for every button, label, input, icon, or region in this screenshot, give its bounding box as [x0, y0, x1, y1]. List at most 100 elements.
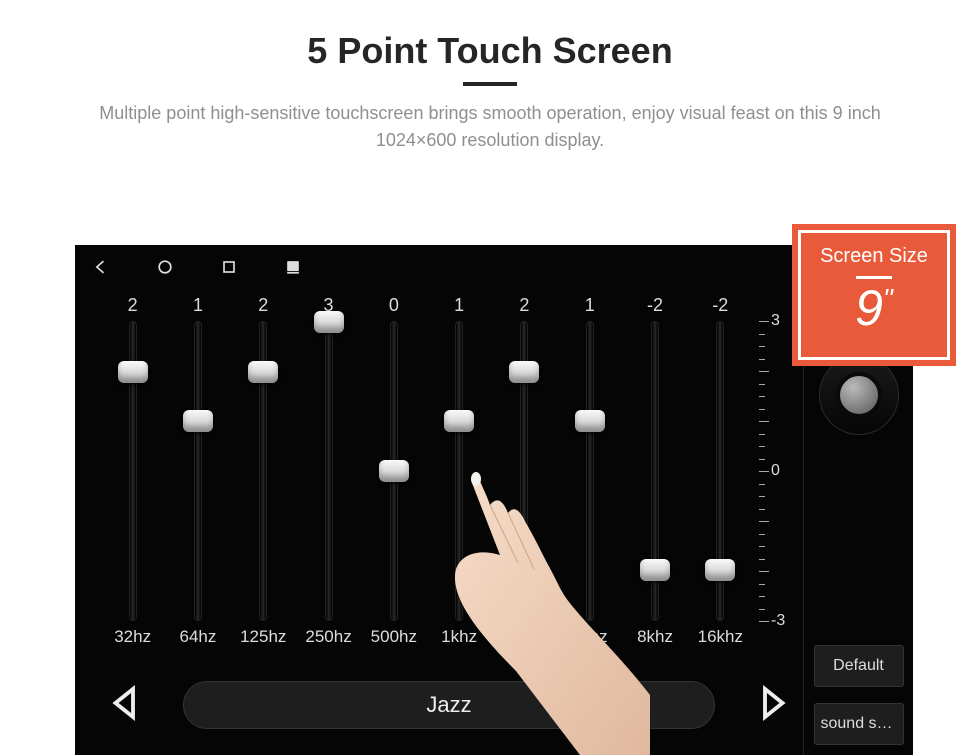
screen-size-badge: Screen Size 9": [798, 230, 950, 360]
eq-slider[interactable]: [492, 321, 557, 621]
scale-tick: [759, 371, 769, 372]
eq-slider[interactable]: [100, 321, 165, 621]
eq-freq-label: 16khz: [698, 627, 743, 655]
scale-tick: [759, 434, 765, 435]
eq-slider[interactable]: [688, 321, 753, 621]
eq-value-label: 0: [389, 295, 399, 321]
scale-tick: [759, 509, 765, 510]
scale-tick: [759, 409, 765, 410]
eq-slider[interactable]: [231, 321, 296, 621]
eq-freq-label: 250hz: [305, 627, 351, 655]
scale-tick: [759, 496, 765, 497]
eq-freq-label: 32hz: [114, 627, 151, 655]
eq-freq-label: 64hz: [180, 627, 217, 655]
slider-thumb[interactable]: [379, 460, 409, 482]
device-screen: 232hz164hz2125hz3250hz0500hz11khz22khz14…: [75, 245, 913, 755]
preset-bar: Jazz: [105, 671, 793, 739]
equalizer-panel: 232hz164hz2125hz3250hz0500hz11khz22khz14…: [100, 295, 793, 655]
eq-band-250hz: 3250hz: [296, 295, 361, 655]
scale-tick-label: -3: [771, 612, 785, 630]
eq-band-16khz: -2 16khz: [688, 295, 753, 655]
back-icon[interactable]: [89, 255, 113, 279]
scale-tick: [759, 596, 765, 597]
badge-label: Screen Size: [801, 233, 947, 268]
slider-thumb[interactable]: [248, 361, 278, 383]
slider-thumb[interactable]: [314, 311, 344, 333]
eq-value-label: 1: [193, 295, 203, 321]
page-title: 5 Point Touch Screen: [0, 30, 980, 72]
scale-tick: [759, 484, 765, 485]
slider-thumb[interactable]: [183, 410, 213, 432]
balance-dial[interactable]: [819, 355, 899, 435]
badge-underline: [856, 276, 892, 279]
eq-band-32hz: 2 32hz: [100, 295, 165, 655]
scale-tick-label: 0: [771, 462, 780, 480]
scale-tick: [759, 521, 769, 522]
scale-tick: [759, 571, 769, 572]
eq-freq-label: 500hz: [371, 627, 417, 655]
eq-scale: 30-3: [759, 321, 793, 621]
default-button[interactable]: Default: [814, 645, 904, 687]
scale-tick: [759, 346, 765, 347]
eq-value-label: -2: [647, 295, 663, 321]
scale-tick-label: 3: [771, 312, 780, 330]
eq-value-label: 1: [454, 295, 464, 321]
slider-thumb[interactable]: [640, 559, 670, 581]
scale-tick: [759, 546, 765, 547]
eq-slider[interactable]: [622, 321, 687, 621]
eq-slider[interactable]: [557, 321, 622, 621]
system-bar: [75, 245, 913, 289]
scale-tick: [759, 334, 765, 335]
eq-band-125hz: 2 125hz: [231, 295, 296, 655]
eq-value-label: 2: [128, 295, 138, 321]
eq-band-1khz: 1 1khz: [426, 295, 491, 655]
title-underline: [463, 82, 517, 86]
eq-slider[interactable]: [361, 321, 426, 621]
eq-freq-label: 1khz: [441, 627, 477, 655]
eq-freq-label: 2khz: [506, 627, 542, 655]
screenshot-icon[interactable]: [281, 255, 305, 279]
slider-thumb[interactable]: [444, 410, 474, 432]
scale-tick: [759, 621, 769, 622]
slider-thumb[interactable]: [705, 559, 735, 581]
sound-stage-button[interactable]: sound sta…: [814, 703, 904, 745]
eq-band-2khz: 2 2khz: [492, 295, 557, 655]
dial-knob: [836, 372, 882, 418]
scale-tick: [759, 359, 765, 360]
eq-slider[interactable]: [426, 321, 491, 621]
eq-band-500hz: 0 500hz: [361, 295, 426, 655]
eq-value-label: 1: [585, 295, 595, 321]
scale-tick: [759, 459, 765, 460]
preset-next-button[interactable]: [751, 682, 793, 729]
eq-value-label: 2: [258, 295, 268, 321]
scale-tick: [759, 421, 769, 422]
eq-band-64hz: 1 64hz: [165, 295, 230, 655]
scale-tick: [759, 609, 765, 610]
eq-freq-label: 8khz: [637, 627, 673, 655]
eq-freq-label: 4khz: [572, 627, 608, 655]
preset-prev-button[interactable]: [105, 682, 147, 729]
eq-band-8khz: -2 8khz: [622, 295, 687, 655]
home-icon[interactable]: [153, 255, 177, 279]
eq-slider[interactable]: [165, 321, 230, 621]
scale-tick: [759, 384, 765, 385]
eq-slider[interactable]: [296, 321, 361, 621]
scale-tick: [759, 446, 765, 447]
preset-name-button[interactable]: Jazz: [183, 681, 715, 729]
recent-apps-icon[interactable]: [217, 255, 241, 279]
eq-value-label: 2: [519, 295, 529, 321]
slider-thumb[interactable]: [575, 410, 605, 432]
scale-tick: [759, 534, 765, 535]
slider-thumb[interactable]: [509, 361, 539, 383]
page-subtitle: Multiple point high-sensitive touchscree…: [60, 100, 920, 154]
scale-tick: [759, 584, 765, 585]
eq-freq-label: 125hz: [240, 627, 286, 655]
eq-band-4khz: 1 4khz: [557, 295, 622, 655]
scale-tick: [759, 559, 765, 560]
slider-thumb[interactable]: [118, 361, 148, 383]
badge-value: 9": [801, 283, 947, 333]
scale-tick: [759, 321, 769, 322]
eq-value-label: -2: [712, 295, 728, 321]
scale-tick: [759, 396, 765, 397]
scale-tick: [759, 471, 769, 472]
